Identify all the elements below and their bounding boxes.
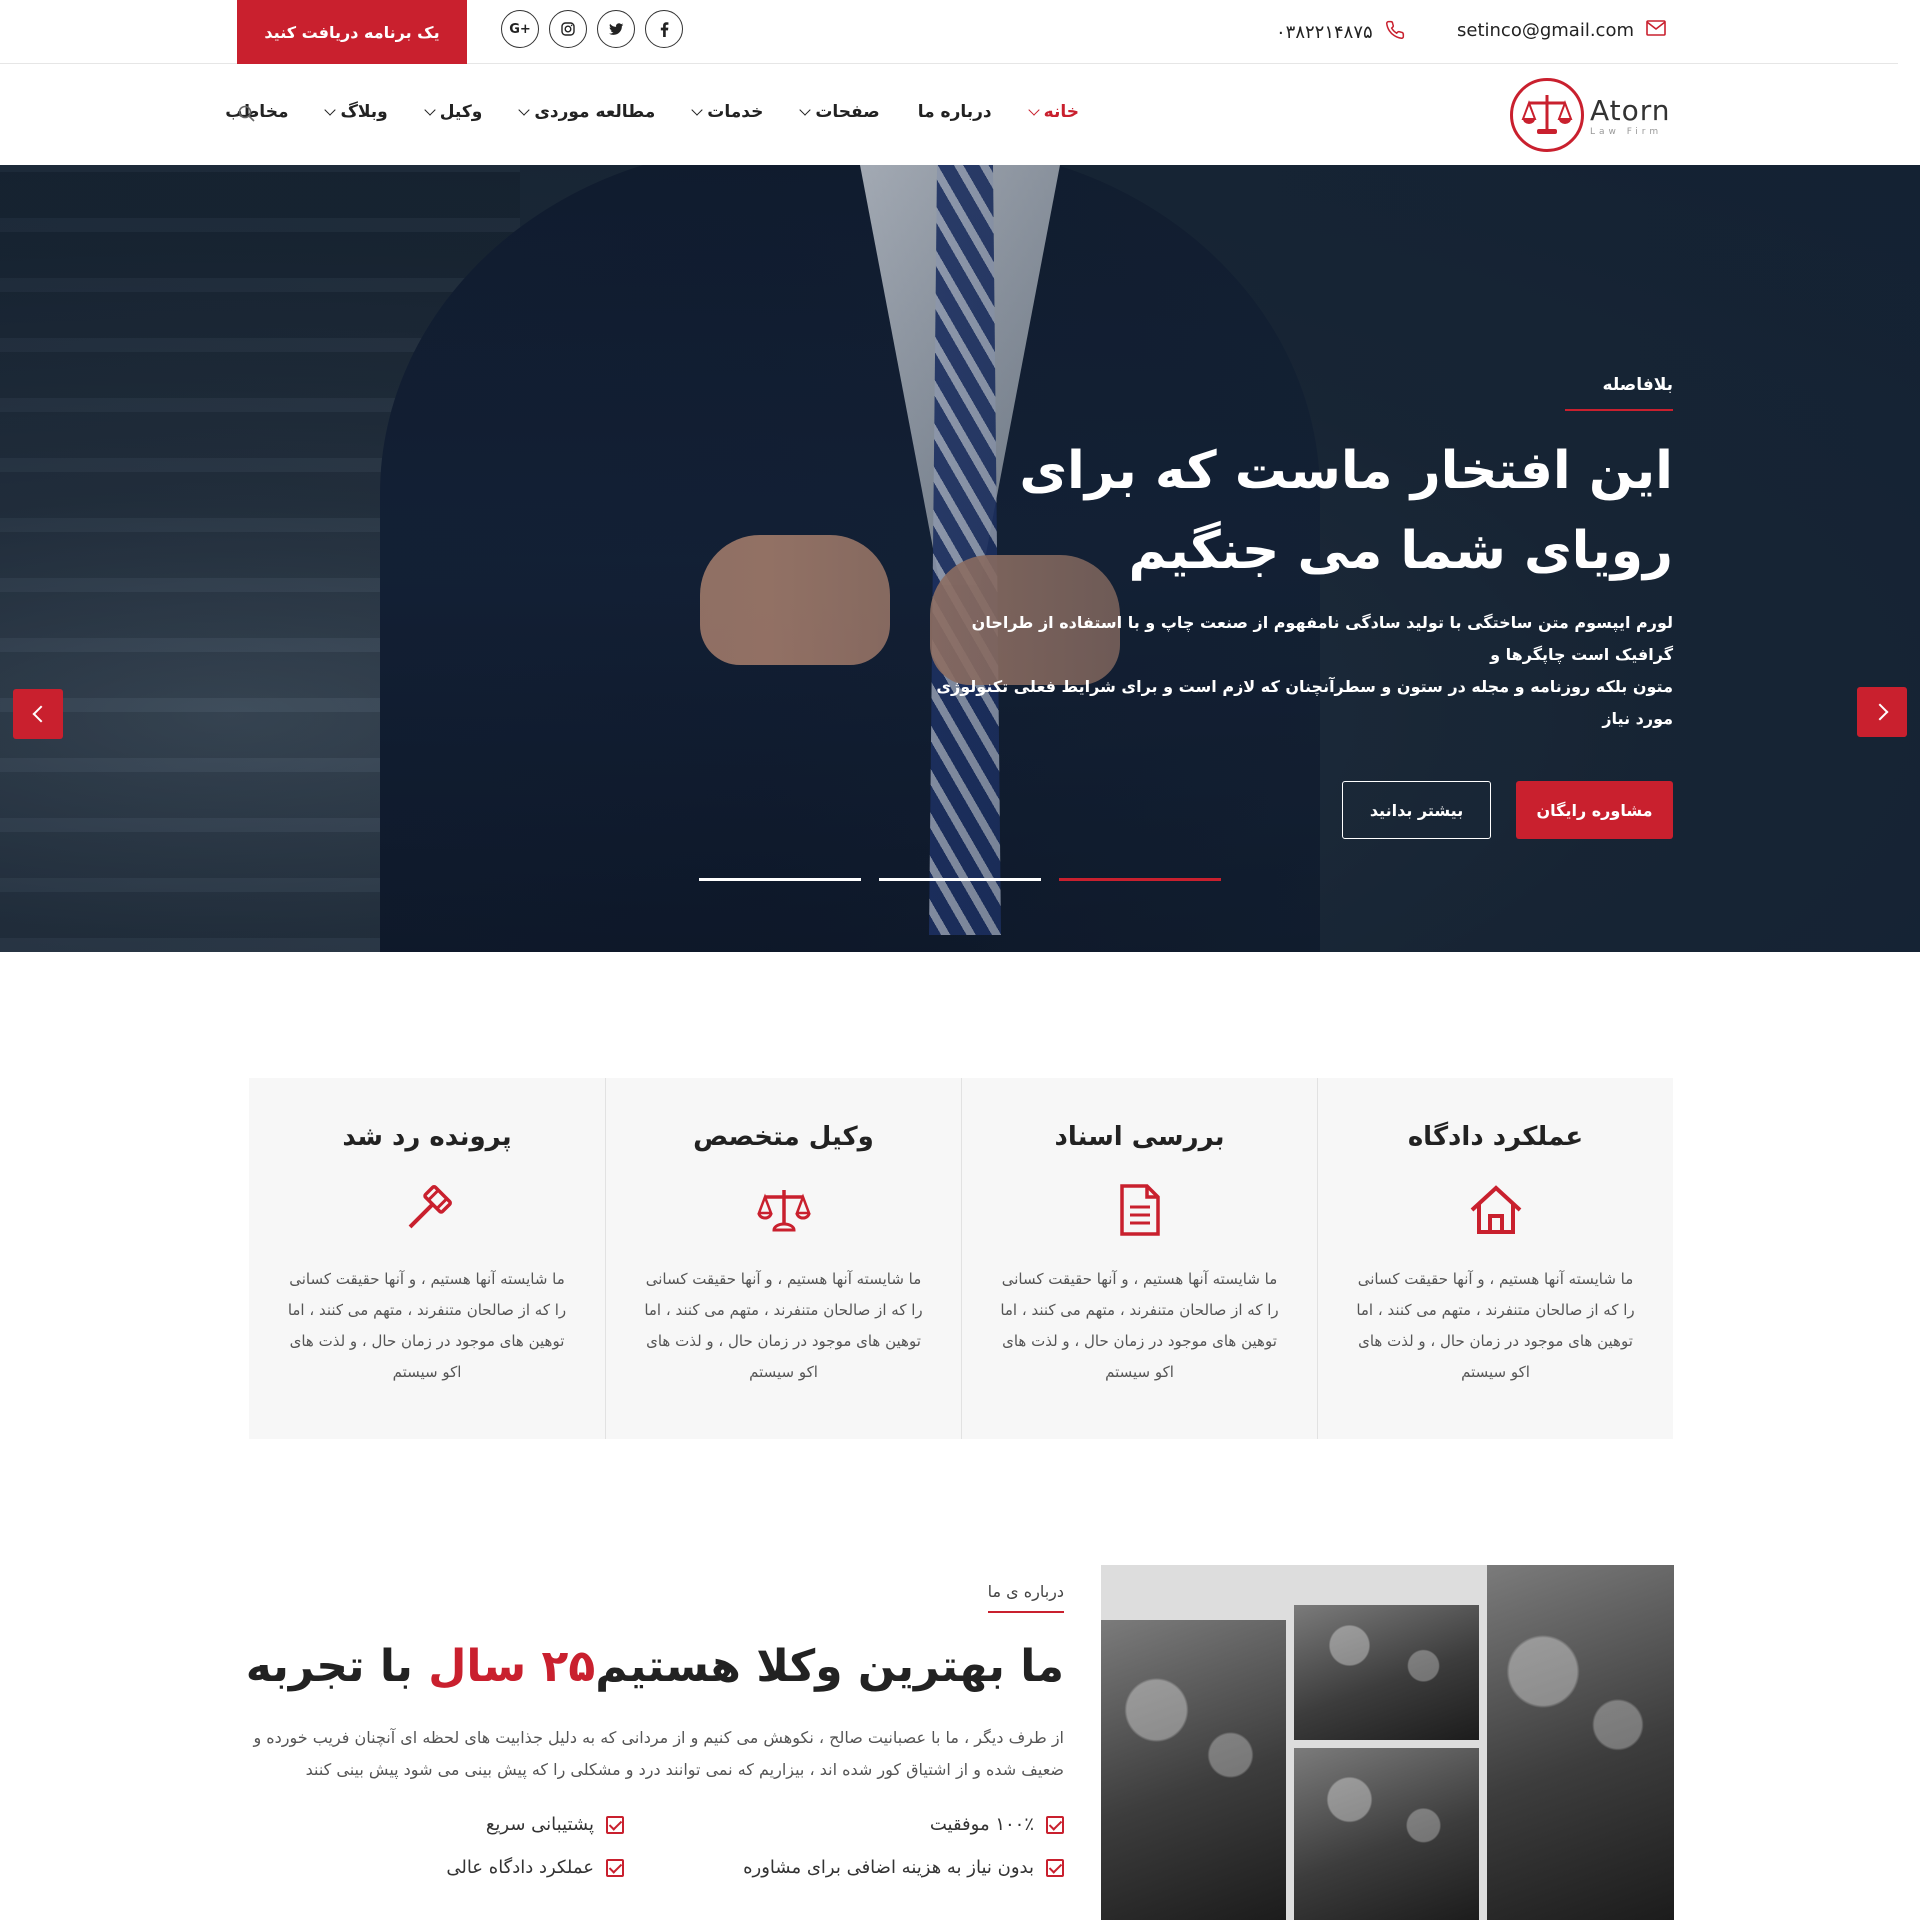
phone-contact[interactable]: ۰۳۸۲۲۱۴۸۷۵ (1276, 20, 1405, 45)
learn-more-button[interactable]: بیشتر بدانید (1342, 781, 1491, 839)
about-description: از طرف دیگر ، ما با عصبانیت صالح ، نکوهش… (253, 1728, 1064, 1779)
slider-dot[interactable] (879, 878, 1041, 881)
slider-prev-button[interactable] (13, 689, 63, 739)
feature-text: ما شایسته آنها هستیم ، و آنها حقیقت کسان… (1356, 1270, 1635, 1381)
feature-title: بررسی اسناد (1054, 1122, 1225, 1152)
checkbox-icon (1046, 1815, 1064, 1834)
mail-icon (1646, 20, 1666, 41)
chevron-down-icon (1028, 104, 1040, 116)
feature-title: عملکرد دادگاه (1407, 1122, 1584, 1152)
hero-eyebrow: بلافاصله (1565, 375, 1673, 411)
hero-title: این افتخار ماست که برای رویای شما می جنگ… (1019, 441, 1673, 581)
feature-text: ما شایسته آنها هستیم ، و آنها حقیقت کسان… (1000, 1270, 1279, 1381)
chevron-right-icon (1871, 703, 1888, 721)
chevron-left-icon (32, 705, 49, 723)
get-appointment-button[interactable]: یک برنامه دریافت کنید (237, 0, 467, 64)
chevron-down-icon (324, 104, 337, 116)
nav-item-home[interactable]: خانه (1028, 102, 1079, 122)
top-bar: یک برنامه دریافت کنید G+ ۰۳۸۲۲۱۴۸۷۵ seti… (0, 0, 1898, 64)
feature-card: پرونده رد شد ما شایسته آنها هستیم ، و آن… (249, 1078, 605, 1439)
checklist-item: عملکرد دادگاه عالی (234, 1857, 624, 1878)
feature-card: بررسی اسناد ما شایسته آنها هستیم ، و آنه… (961, 1078, 1317, 1439)
about-title: ما بهترین وکلا هستیم۲۵ سال با تجربه (245, 1641, 1064, 1692)
search-icon[interactable] (238, 105, 255, 126)
photo-tile (1294, 1605, 1479, 1740)
photo-tile (1101, 1620, 1286, 1920)
free-consultation-button[interactable]: مشاوره رایگان (1516, 781, 1673, 839)
scales-logo-icon (1510, 78, 1584, 152)
nav-item-contact[interactable]: مخاطب (225, 102, 288, 122)
scales-icon (606, 1178, 961, 1242)
main-menu: خانه درباره ما صفحات خدمات مطالعه موردی … (225, 102, 1079, 122)
checkbox-icon (606, 1858, 624, 1877)
chevron-down-icon (518, 104, 530, 116)
checklist-item: ۱۰۰٪ موفقیت (624, 1814, 1064, 1835)
hero-slider: بلافاصله این افتخار ماست که برای رویای ش… (0, 165, 1920, 952)
slider-dot[interactable] (699, 878, 861, 881)
hero-description: لورم ایپسوم متن ساختگی با تولید سادگی نا… (936, 613, 1673, 728)
feature-card: عملکرد دادگاه ما شایسته آنها هستیم ، و آ… (1317, 1078, 1673, 1439)
logo-tagline: Law Firm (1590, 126, 1663, 137)
about-eyebrow: درباره ی ما (987, 1582, 1064, 1613)
chevron-down-icon (691, 104, 703, 116)
photo-tile (1487, 1565, 1674, 1920)
email-address: setinco@gmail.com (1457, 20, 1634, 41)
gavel-icon (249, 1178, 605, 1242)
about-photo-collage (1101, 1565, 1674, 1920)
nav-item-case-study[interactable]: مطالعه موردی (518, 102, 655, 122)
instagram-icon[interactable] (549, 10, 587, 48)
nav-item-about[interactable]: درباره ما (918, 102, 992, 122)
feature-card: وکیل متخصص ما شایسته آنها هستیم ، و آنها… (605, 1078, 961, 1439)
feature-title: وکیل متخصص (693, 1122, 874, 1152)
site-logo[interactable]: Atorn Law Firm (1510, 78, 1671, 152)
feature-title: پرونده رد شد (342, 1122, 512, 1152)
document-icon (962, 1178, 1317, 1242)
chevron-down-icon (424, 104, 436, 116)
nav-item-attorney[interactable]: وکیل (424, 102, 482, 122)
social-links: G+ (501, 10, 683, 48)
nav-item-pages[interactable]: صفحات (799, 102, 880, 122)
about-section: درباره ی ما ما بهترین وکلا هستیم۲۵ سال ب… (234, 1582, 1064, 1878)
slider-dot-active[interactable] (1059, 878, 1221, 881)
about-checklist: ۱۰۰٪ موفقیت پشتیبانی سریع بدون نیاز به ه… (234, 1814, 1064, 1878)
google-plus-icon[interactable]: G+ (501, 10, 539, 48)
feature-text: ما شایسته آنها هستیم ، و آنها حقیقت کسان… (287, 1270, 567, 1381)
checkbox-icon (606, 1815, 624, 1834)
facebook-icon[interactable] (645, 10, 683, 48)
slider-next-button[interactable] (1857, 687, 1907, 737)
phone-icon (1385, 20, 1405, 45)
nav-item-services[interactable]: خدمات (691, 102, 763, 122)
experience-years: ۲۵ سال (428, 1641, 596, 1692)
checkbox-icon (1046, 1858, 1064, 1877)
house-icon (1318, 1178, 1673, 1242)
main-navbar: Atorn Law Firm خانه درباره ما صفحات خدما… (0, 65, 1898, 165)
checklist-item: پشتیبانی سریع (234, 1814, 624, 1835)
features-section: عملکرد دادگاه ما شایسته آنها هستیم ، و آ… (248, 1078, 1673, 1439)
photo-tile (1294, 1748, 1479, 1920)
nav-item-blog[interactable]: وبلاگ (324, 102, 388, 122)
logo-name: Atorn (1590, 93, 1671, 127)
twitter-icon[interactable] (597, 10, 635, 48)
hero-content: بلافاصله این افتخار ماست که برای رویای ش… (913, 375, 1673, 839)
chevron-down-icon (799, 104, 812, 116)
checklist-item: بدون نیاز به هزینه اضافی برای مشاوره (624, 1857, 1064, 1878)
feature-text: ما شایسته آنها هستیم ، و آنها حقیقت کسان… (644, 1270, 923, 1381)
slider-pagination (699, 878, 1221, 881)
email-contact[interactable]: setinco@gmail.com (1457, 20, 1666, 41)
phone-number: ۰۳۸۲۲۱۴۸۷۵ (1276, 22, 1373, 43)
